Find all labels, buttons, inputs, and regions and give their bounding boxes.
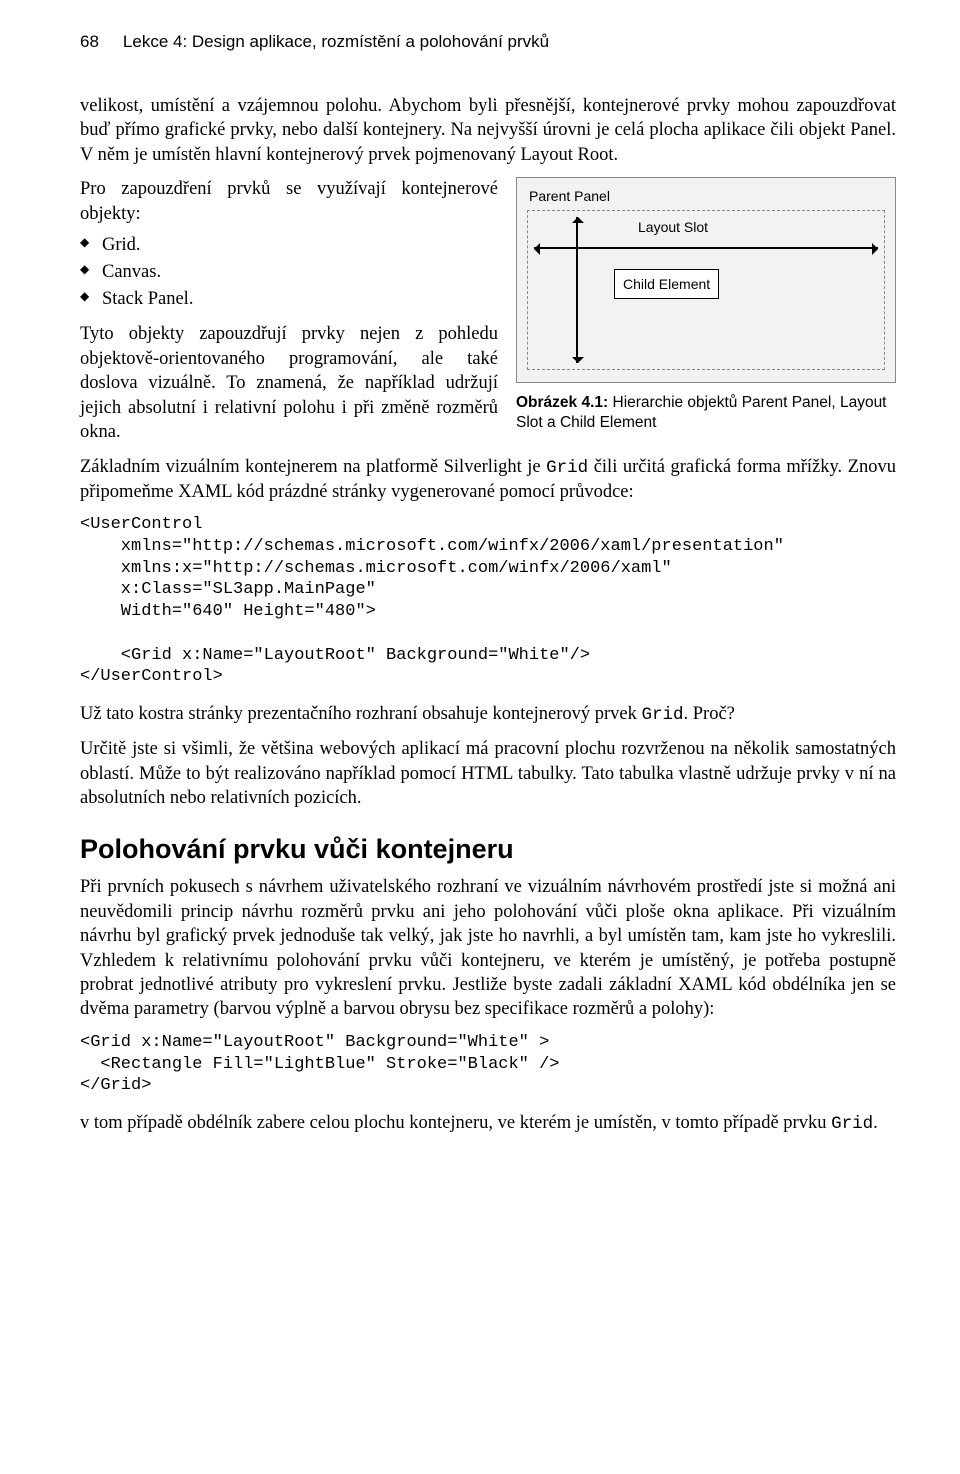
section-heading: Polohování prvku vůči kontejneru <box>80 834 896 865</box>
list-item: Grid. <box>80 232 498 259</box>
page: 68 Lekce 4: Design aplikace, rozmístění … <box>0 0 960 1176</box>
figure-caption-number: Obrázek 4.1: <box>516 394 608 411</box>
left-column: Pro zapouzdření prvků se využívají konte… <box>80 177 498 444</box>
text-run: Základním vizuálním kontejnerem na platf… <box>80 457 546 477</box>
inline-code: Grid <box>546 458 588 478</box>
text-run: v tom případě obdélník zabere celou ploc… <box>80 1113 831 1133</box>
figure-dashed-box: Layout Slot Child Element <box>527 210 885 370</box>
figure-child-element-box: Child Element <box>614 269 719 299</box>
paragraph-list-intro: Pro zapouzdření prvků se využívají konte… <box>80 177 498 226</box>
page-number: 68 <box>80 32 99 52</box>
paragraph-intro: velikost, umístění a vzájemnou polohu. A… <box>80 94 896 167</box>
running-head: 68 Lekce 4: Design aplikace, rozmístění … <box>80 32 896 52</box>
figure-4-1: Parent Panel Layout Slot Child Element <box>516 177 896 383</box>
list-item: Canvas. <box>80 259 498 286</box>
code-block-rectangle: <Grid x:Name="LayoutRoot" Background="Wh… <box>80 1032 896 1097</box>
vertical-arrow-icon <box>576 217 578 363</box>
figure-caption: Obrázek 4.1: Hierarchie objektů Parent P… <box>516 393 896 433</box>
chapter-title: Lekce 4: Design aplikace, rozmístění a p… <box>123 32 549 52</box>
code-block-usercontrol: <UserControl xmlns="http://schemas.micro… <box>80 514 896 688</box>
figure-column: Parent Panel Layout Slot Child Element O… <box>516 177 896 433</box>
paragraph-grid-intro: Základním vizuálním kontejnerem na platf… <box>80 455 896 505</box>
text-run: . Proč? <box>684 704 735 724</box>
paragraph-webapps: Určitě jste si všimli, že většina webový… <box>80 737 896 810</box>
paragraph-grid-fill: v tom případě obdélník zabere celou ploc… <box>80 1111 896 1136</box>
text-run: Už tato kostra stránky prezentačního roz… <box>80 704 642 724</box>
inline-code: Grid <box>831 1114 873 1134</box>
horizontal-arrow-icon <box>534 247 878 249</box>
container-list: Grid. Canvas. Stack Panel. <box>80 232 498 312</box>
list-item: Stack Panel. <box>80 286 498 313</box>
paragraph-grid-question: Už tato kostra stránky prezentačního roz… <box>80 702 896 727</box>
text-run: . <box>873 1113 878 1133</box>
paragraph-position-intro: Při prvních pokusech s návrhem uživatels… <box>80 875 896 1021</box>
figure-label-layout-slot: Layout Slot <box>638 219 708 235</box>
two-column-block: Pro zapouzdření prvků se využívají konte… <box>80 177 896 444</box>
paragraph-after-list: Tyto objekty zapouzdřují prvky nejen z p… <box>80 322 498 444</box>
inline-code: Grid <box>642 705 684 725</box>
figure-label-parent-panel: Parent Panel <box>529 188 885 204</box>
